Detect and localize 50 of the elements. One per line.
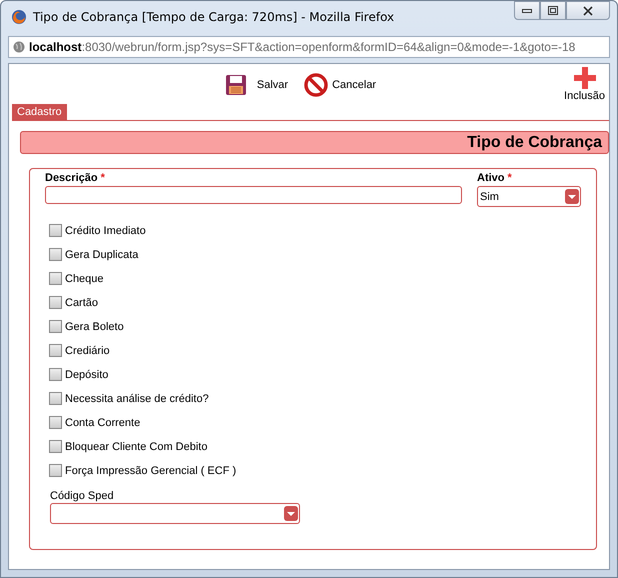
minimize-icon: [522, 8, 532, 12]
caret-icon: [284, 506, 298, 521]
plus-icon: [572, 66, 596, 90]
checkbox-label: Força Impressão Gerencial ( ECF ): [65, 464, 236, 476]
checkbox[interactable]: [49, 368, 62, 381]
checkbox-label: Crediário: [65, 344, 110, 356]
checkbox-label: Necessita análise de crédito?: [65, 392, 209, 404]
checkbox[interactable]: [49, 344, 62, 357]
required-mark: *: [100, 172, 105, 184]
checkbox-label: Depósito: [65, 368, 108, 380]
field-label: Descrição *: [45, 172, 106, 184]
description-field[interactable]: [45, 186, 462, 204]
checkbox[interactable]: [49, 464, 62, 477]
checkbox[interactable]: [49, 416, 62, 429]
address-bar[interactable]: localhost:8030/webrun/form.jsp?sys=SFT&action=openform&formID=64&align=0&mode=-1&goto=-18: [8, 36, 610, 58]
maximize-button[interactable]: [540, 1, 566, 20]
browser-logo-icon: [11, 9, 27, 25]
checkbox[interactable]: [49, 296, 62, 309]
checkbox[interactable]: [49, 440, 62, 453]
tab[interactable]: Cadastro: [12, 104, 67, 120]
checkbox[interactable]: [49, 392, 62, 405]
add-button[interactable]: Inclusão: [562, 64, 607, 104]
checkbox-label: Crédito Imediato: [65, 224, 146, 236]
sped-code-dropdown[interactable]: [50, 503, 300, 524]
checkbox[interactable]: [49, 224, 62, 237]
checkbox-label: Cartão: [65, 296, 98, 308]
close-button[interactable]: [566, 1, 610, 20]
checkbox-label: Cheque: [65, 272, 104, 284]
maximize-icon: [548, 6, 558, 15]
required-mark: *: [508, 172, 512, 184]
field-label: Ativo *: [477, 172, 513, 184]
prohibited-icon: [304, 73, 328, 97]
checkbox-label: Gera Boleto: [65, 320, 124, 332]
checkbox-label: Gera Duplicata: [65, 248, 138, 260]
checkbox-label: Conta Corrente: [65, 416, 140, 428]
checkbox[interactable]: [49, 320, 62, 333]
checkbox[interactable]: [49, 248, 62, 261]
save-button[interactable]: Salvar: [224, 74, 288, 96]
globe-icon: [13, 41, 25, 53]
checkbox[interactable]: [49, 272, 62, 285]
minimize-button[interactable]: [514, 1, 540, 20]
field-label: Código Sped: [50, 490, 115, 502]
close-icon: [583, 6, 593, 16]
form-title: Tipo de Cobrança: [467, 134, 602, 152]
checkbox-label: Bloquear Cliente Com Debito: [65, 440, 208, 452]
active-dropdown[interactable]: Sim: [477, 186, 581, 207]
caret-icon: [565, 189, 579, 204]
cancel-button[interactable]: Cancelar: [304, 73, 376, 97]
url-text: localhost:8030/webrun/form.jsp?sys=SFT&action=openform&formID=64&align=0&mode=-1&goto=-18: [29, 40, 576, 54]
window-title: Tipo de Cobrança [Tempo de Carga: 720ms] - Mozilla Firefox: [33, 10, 394, 24]
